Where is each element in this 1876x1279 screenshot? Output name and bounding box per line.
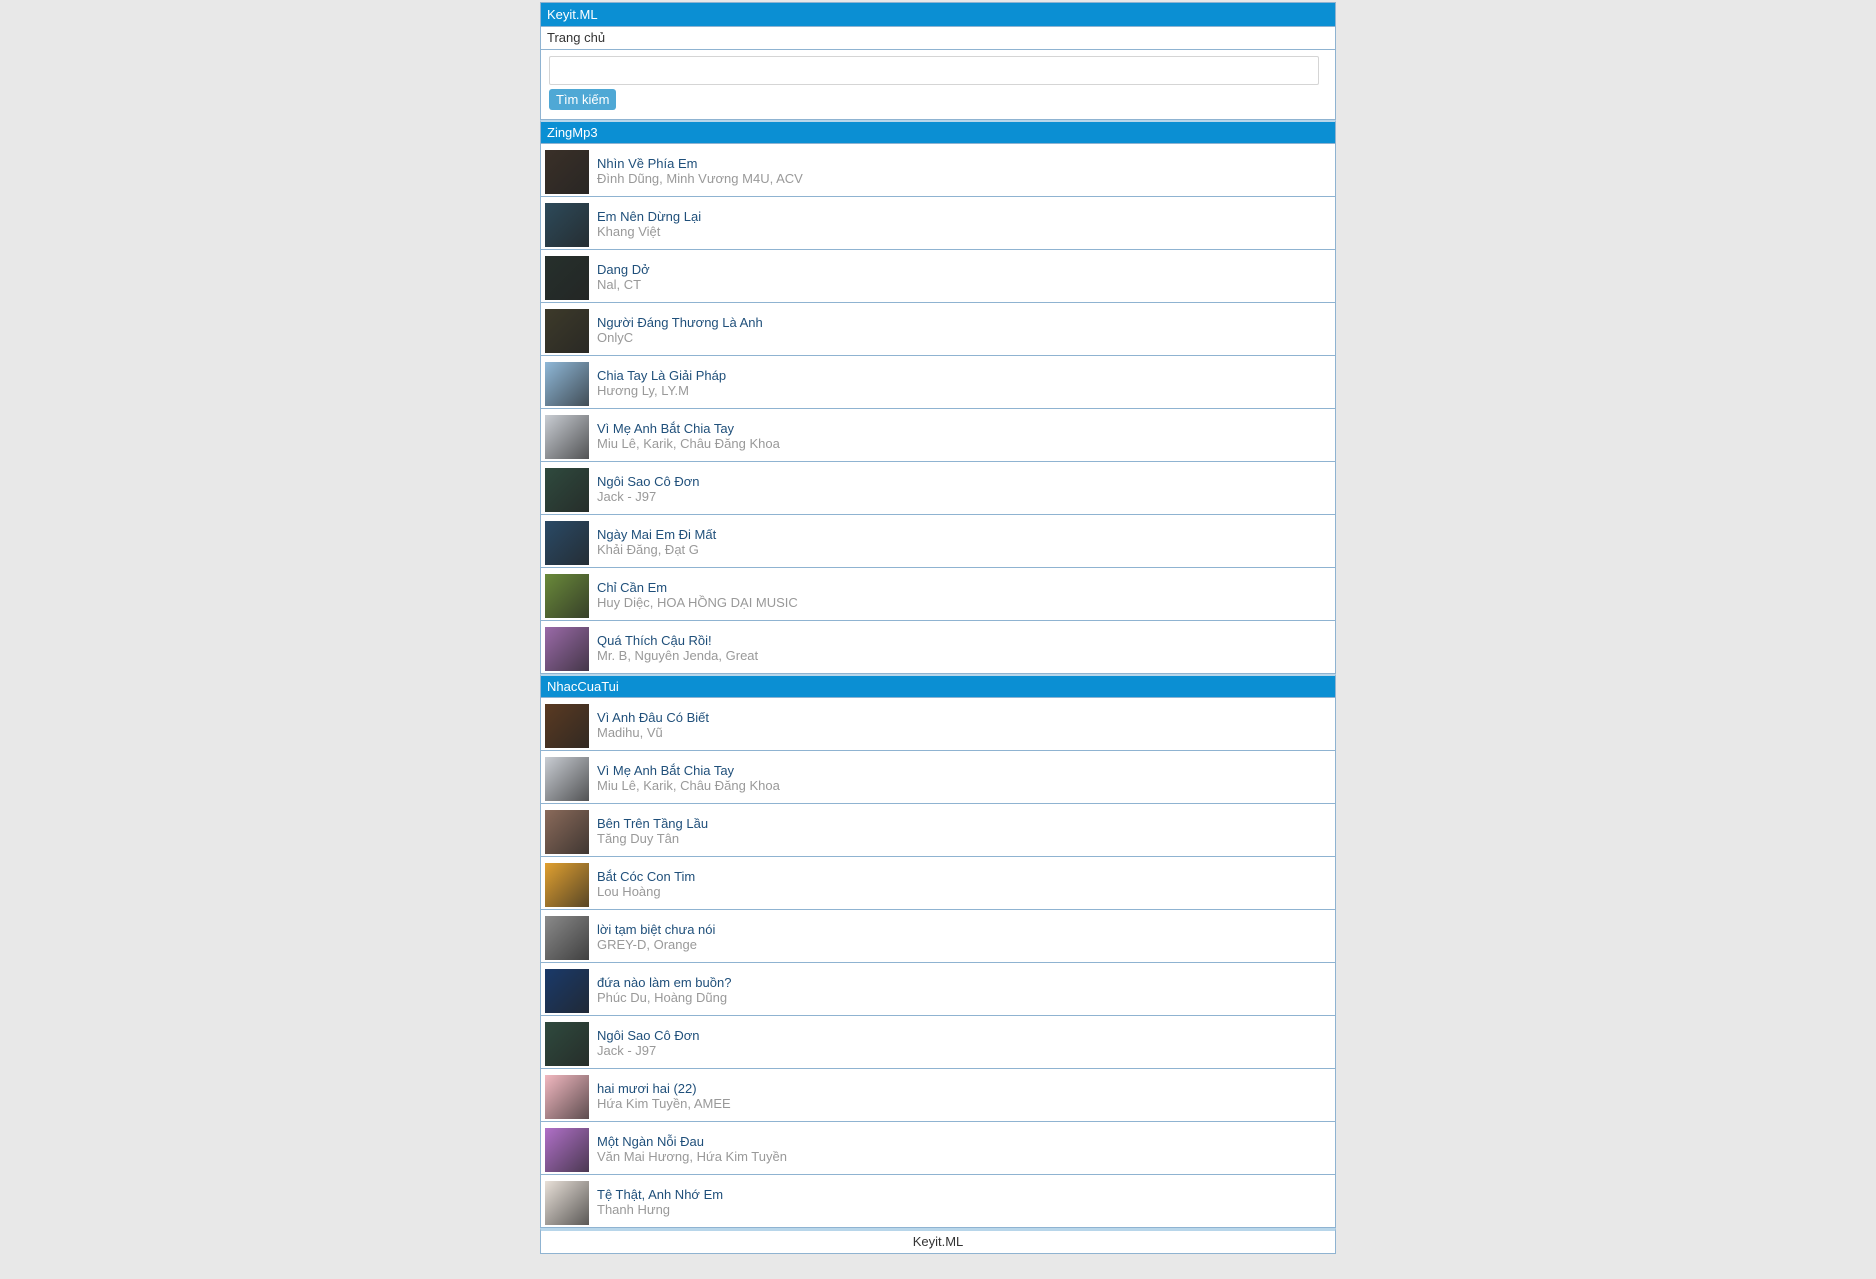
song-thumbnail[interactable] [545,969,589,1013]
song-title[interactable]: Em Nên Dừng Lại [597,209,701,224]
song-thumbnail[interactable] [545,309,589,353]
footer: Keyit.ML [540,1228,1336,1254]
song-thumbnail[interactable] [545,1181,589,1225]
song-artist: Jack - J97 [597,489,657,504]
song-thumbnail[interactable] [545,1075,589,1119]
search-form: Tìm kiếm [540,50,1336,120]
song-artist: Nal, CT [597,277,642,292]
song-list-item[interactable]: Người Đáng Thương Là Anh OnlyC [540,303,1336,356]
song-thumbnail[interactable] [545,916,589,960]
song-title[interactable]: lời tạm biệt chưa nói [597,922,715,937]
song-artist: Miu Lê, Karik, Châu Đăng Khoa [597,778,780,793]
song-list-item[interactable]: Chỉ Cần Em Huy Diệc, HOA HỒNG DẠI MUSIC [540,568,1336,621]
song-title[interactable]: Dang Dở [597,262,650,277]
song-artist: Jack - J97 [597,1043,657,1058]
song-list-item[interactable]: lời tạm biệt chưa nói GREY-D, Orange [540,910,1336,963]
song-title[interactable]: đứa nào làm em buồn? [597,975,731,990]
song-list-item[interactable]: Vì Mẹ Anh Bắt Chia Tay Miu Lê, Karik, Châ… [540,409,1336,462]
search-input[interactable] [549,56,1319,85]
song-artist: Mr. B, Nguyên Jenda, Great [597,648,759,663]
song-artist: Thanh Hưng [597,1202,671,1217]
song-list-item[interactable]: Ngôi Sao Cô Đơn Jack - J97 [540,1016,1336,1069]
song-artist: Khải Đăng, Đạt G [597,542,699,557]
section-header-zingmp3: ZingMp3 [540,120,1336,144]
song-title[interactable]: Tệ Thật, Anh Nhớ Em [597,1187,723,1202]
song-thumbnail[interactable] [545,521,589,565]
song-artist: OnlyC [597,330,634,345]
song-list-item[interactable]: Ngôi Sao Cô Đơn Jack - J97 [540,462,1336,515]
song-list-item[interactable]: Tệ Thật, Anh Nhớ Em Thanh Hưng [540,1175,1336,1228]
song-thumbnail[interactable] [545,415,589,459]
song-thumbnail[interactable] [545,203,589,247]
song-thumbnail[interactable] [545,1128,589,1172]
song-list-item[interactable]: Vì Mẹ Anh Bắt Chia Tay Miu Lê, Karik, Châ… [540,751,1336,804]
song-artist: Hương Ly, LY.M [597,383,689,398]
song-title[interactable]: Chia Tay Là Giải Pháp [597,368,726,383]
song-title[interactable]: Quá Thích Cậu Rồi! [597,633,712,648]
song-list-item[interactable]: Chia Tay Là Giải Pháp Hương Ly, LY.M [540,356,1336,409]
song-title[interactable]: Một Ngàn Nỗi Đau [597,1134,704,1149]
song-title[interactable]: Vì Mẹ Anh Bắt Chia Tay [597,421,734,436]
song-thumbnail[interactable] [545,468,589,512]
song-thumbnail[interactable] [545,256,589,300]
song-artist: Đình Dũng, Minh Vương M4U, ACV [597,171,803,186]
song-artist: Miu Lê, Karik, Châu Đăng Khoa [597,436,780,451]
song-artist: Huy Diệc, HOA HỒNG DẠI MUSIC [597,595,798,610]
song-thumbnail[interactable] [545,150,589,194]
site-title[interactable]: Keyit.ML [540,2,1336,27]
song-title[interactable]: hai mươi hai (22) [597,1081,697,1096]
song-thumbnail[interactable] [545,863,589,907]
song-list-item[interactable]: đứa nào làm em buồn? Phúc Du, Hoàng Dũng [540,963,1336,1016]
song-list-item[interactable]: Bắt Cóc Con Tim Lou Hoàng [540,857,1336,910]
song-title[interactable]: Vì Anh Đâu Có Biết [597,710,709,725]
song-title[interactable]: Bắt Cóc Con Tim [597,869,695,884]
song-title[interactable]: Ngôi Sao Cô Đơn [597,474,699,489]
song-thumbnail[interactable] [545,574,589,618]
song-list-item[interactable]: Vì Anh Đâu Có Biết Madihu, Vũ [540,698,1336,751]
home-link[interactable]: Trang chủ [540,27,1336,50]
song-thumbnail[interactable] [545,810,589,854]
song-thumbnail[interactable] [545,362,589,406]
song-artist: Tăng Duy Tân [597,831,680,846]
section-header-nhaccuatui: NhacCuaTui [540,674,1336,698]
song-artist: Hứa Kim Tuyền, AMEE [597,1096,731,1111]
song-artist: Khang Việt [597,224,661,239]
search-button[interactable]: Tìm kiếm [549,89,617,110]
song-title[interactable]: Bên Trên Tầng Lầu [597,816,708,831]
song-artist: Văn Mai Hương, Hứa Kim Tuyền [597,1149,787,1164]
song-title[interactable]: Chỉ Cần Em [597,580,667,595]
song-artist: Madihu, Vũ [597,725,663,740]
song-artist: GREY-D, Orange [597,937,697,952]
page-container: Keyit.ML Trang chủ Tìm kiếm ZingMp3 Nhìn … [540,2,1336,1254]
song-list-item[interactable]: Bên Trên Tầng Lầu Tăng Duy Tân [540,804,1336,857]
song-title[interactable]: Vì Mẹ Anh Bắt Chia Tay [597,763,734,778]
song-artist: Lou Hoàng [597,884,661,899]
song-artist: Phúc Du, Hoàng Dũng [597,990,728,1005]
song-title[interactable]: Ngôi Sao Cô Đơn [597,1028,699,1043]
song-thumbnail[interactable] [545,704,589,748]
song-list-item[interactable]: hai mươi hai (22) Hứa Kim Tuyền, AMEE [540,1069,1336,1122]
song-list-item[interactable]: Nhìn Về Phía Em Đình Dũng, Minh Vương M4U… [540,144,1336,197]
song-list-item[interactable]: Em Nên Dừng Lại Khang Việt [540,197,1336,250]
sections: ZingMp3 Nhìn Về Phía Em Đình Dũng, Minh Vư… [540,120,1336,1228]
song-list-item[interactable]: Dang Dở Nal, CT [540,250,1336,303]
song-list-item[interactable]: Ngày Mai Em Đi Mất Khải Đăng, Đạt G [540,515,1336,568]
song-title[interactable]: Ngày Mai Em Đi Mất [597,527,716,542]
song-thumbnail[interactable] [545,757,589,801]
song-list-item[interactable]: Một Ngàn Nỗi Đau Văn Mai Hương, Hứa Kim T… [540,1122,1336,1175]
song-thumbnail[interactable] [545,1022,589,1066]
song-list-item[interactable]: Quá Thích Cậu Rồi! Mr. B, Nguyên Jenda, G… [540,621,1336,674]
song-title[interactable]: Nhìn Về Phía Em [597,156,697,171]
song-thumbnail[interactable] [545,627,589,671]
song-title[interactable]: Người Đáng Thương Là Anh [597,315,763,330]
